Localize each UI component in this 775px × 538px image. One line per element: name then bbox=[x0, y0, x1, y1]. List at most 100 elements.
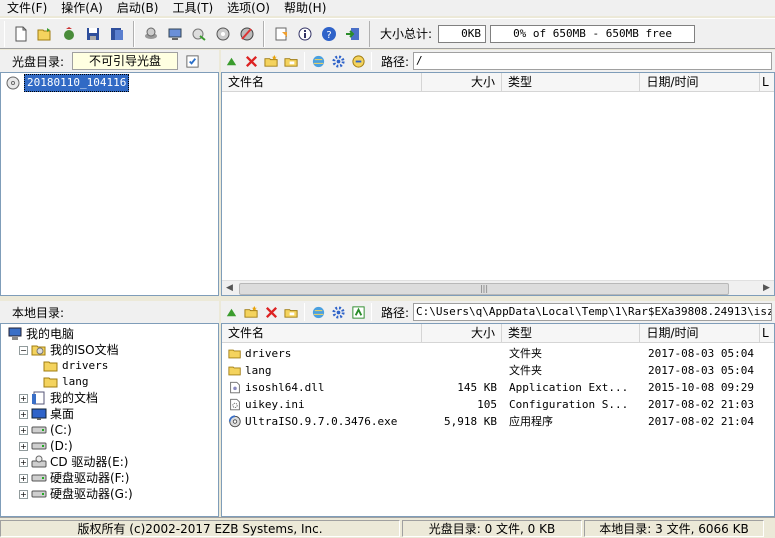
file-type: 文件夹 bbox=[509, 347, 542, 360]
col-size-header[interactable]: 大小 bbox=[422, 324, 502, 343]
tree-node[interactable]: + 我的文档 bbox=[1, 390, 218, 406]
scroll-right-arrow[interactable]: ▶ bbox=[759, 281, 774, 296]
status-local-summary: 本地目录: 3 文件, 6066 KB bbox=[584, 519, 764, 537]
tree-node[interactable]: − 我的ISO文档 bbox=[1, 342, 218, 358]
delete-x-icon bbox=[265, 306, 277, 318]
menu-item-0[interactable]: 文件(F) bbox=[0, 0, 54, 16]
tree-node[interactable]: lang bbox=[1, 374, 218, 390]
tree-node-label: 我的文档 bbox=[50, 391, 99, 405]
iso-up-button[interactable] bbox=[221, 51, 241, 71]
local-path-label: 路径: bbox=[381, 305, 410, 320]
dll-file-icon bbox=[230, 381, 240, 394]
reopen-button[interactable] bbox=[58, 23, 80, 45]
help-button[interactable]: ? bbox=[318, 23, 340, 45]
col-extra-header[interactable]: L bbox=[760, 73, 774, 92]
drive-icon bbox=[31, 423, 47, 437]
file-name-cell: uikey.ini bbox=[222, 396, 423, 413]
tree-expander[interactable]: + bbox=[19, 473, 28, 483]
extract-button[interactable] bbox=[188, 23, 210, 45]
tree-node[interactable]: + 桌面 bbox=[1, 406, 218, 422]
local-directory-bar: 本地目录: bbox=[0, 301, 219, 323]
tree-expander[interactable]: + bbox=[19, 441, 28, 451]
save-as-button[interactable] bbox=[106, 23, 128, 45]
tree-node[interactable]: + 硬盘驱动器(F:) bbox=[1, 470, 218, 486]
burn-cd-icon bbox=[240, 27, 254, 40]
local-sync-button[interactable] bbox=[348, 302, 368, 322]
tree-node[interactable]: 我的电脑 bbox=[1, 326, 218, 342]
burn-disk-button[interactable] bbox=[140, 23, 162, 45]
file-row[interactable]: lang 文件夹 2017-08-03 05:04 bbox=[222, 362, 774, 379]
local-directory-label: 本地目录: bbox=[12, 305, 65, 320]
col-name-header[interactable]: 文件名 bbox=[222, 73, 423, 92]
col-type-header[interactable]: 类型 bbox=[502, 324, 641, 343]
tree-expander[interactable]: + bbox=[19, 409, 28, 419]
iso-path-field[interactable]: / bbox=[413, 52, 772, 70]
menu-item-1[interactable]: 操作(A) bbox=[54, 0, 110, 16]
tree-node[interactable]: + CD 驱动器(E:) bbox=[1, 454, 218, 470]
tree-expander[interactable]: + bbox=[19, 489, 28, 499]
iso-new-folder-button[interactable] bbox=[261, 51, 281, 71]
menu-item-4[interactable]: 选项(O) bbox=[220, 0, 277, 16]
file-row[interactable]: isoshl64.dll 145 KB Application Ext... 2015… bbox=[222, 379, 774, 396]
menu-item-5[interactable]: 帮助(H) bbox=[277, 0, 333, 16]
exit-button[interactable] bbox=[342, 23, 364, 45]
tree-node[interactable]: + (C:) bbox=[1, 422, 218, 438]
open-folder-icon bbox=[37, 27, 51, 40]
mount-button[interactable] bbox=[164, 23, 186, 45]
col-size-header[interactable]: 大小 bbox=[422, 73, 502, 92]
scroll-left-arrow[interactable]: ◀ bbox=[222, 281, 237, 296]
col-type-header[interactable]: 类型 bbox=[502, 73, 641, 92]
view-toggle-icon bbox=[351, 54, 365, 68]
new-file-button[interactable] bbox=[10, 23, 32, 45]
col-date-header[interactable]: 日期/时间 bbox=[640, 324, 761, 343]
iso-delete-button[interactable] bbox=[241, 51, 261, 71]
svg-text:?: ? bbox=[326, 30, 331, 41]
local-refresh-button[interactable] bbox=[308, 302, 328, 322]
save-icon bbox=[87, 27, 99, 40]
size-total-value: 0KB bbox=[438, 24, 487, 43]
tree-expander[interactable]: + bbox=[19, 457, 28, 467]
iso-tree-pane: 20180110_104116 bbox=[0, 72, 219, 296]
menu-item-3[interactable]: 工具(T) bbox=[165, 0, 220, 16]
iso-root-node[interactable]: 20180110_104116 bbox=[1, 74, 218, 92]
tree-expander[interactable]: + bbox=[19, 393, 28, 403]
col-date-header[interactable]: 日期/时间 bbox=[640, 73, 761, 92]
local-path-field[interactable]: C:\Users\q\AppData\Local\Temp\1\Rar$EXa3… bbox=[413, 303, 772, 321]
local-new-folder-button[interactable] bbox=[241, 302, 261, 322]
file-row[interactable]: UltraISO.9.7.0.3476.exe 5,918 KB 应用程序 2017-… bbox=[222, 413, 774, 430]
tree-node-label: 桌面 bbox=[50, 407, 75, 421]
tree-node[interactable]: + (D:) bbox=[1, 438, 218, 454]
file-row[interactable]: uikey.ini 105 Configuration S... 2017-08-02… bbox=[222, 396, 774, 413]
iso-view-button[interactable] bbox=[348, 51, 368, 71]
boot-properties-button[interactable] bbox=[182, 51, 202, 71]
tree-node[interactable]: + 硬盘驱动器(G:) bbox=[1, 486, 218, 502]
file-name-cell: UltraISO.9.7.0.3476.exe bbox=[222, 413, 423, 430]
local-delete-button[interactable] bbox=[261, 302, 281, 322]
info-button[interactable] bbox=[294, 23, 316, 45]
file-row[interactable]: drivers 文件夹 2017-08-03 05:04 bbox=[222, 345, 774, 362]
local-up-button[interactable] bbox=[221, 302, 241, 322]
open-button[interactable] bbox=[34, 23, 56, 45]
iso-refresh-button[interactable] bbox=[308, 51, 328, 71]
file-size bbox=[423, 345, 503, 362]
iso-rename-button[interactable] bbox=[281, 51, 301, 71]
local-settings-button[interactable] bbox=[328, 302, 348, 322]
col-name-header[interactable]: 文件名 bbox=[222, 324, 423, 343]
tree-node[interactable]: drivers bbox=[1, 358, 218, 374]
size-total-label: 大小总计: bbox=[380, 27, 433, 41]
iso-settings-button[interactable] bbox=[328, 51, 348, 71]
col-extra-header[interactable]: L bbox=[760, 324, 774, 343]
virtual-drive-button[interactable] bbox=[212, 23, 234, 45]
save-button[interactable] bbox=[82, 23, 104, 45]
properties-button[interactable] bbox=[270, 23, 292, 45]
iso-horizontal-scrollbar[interactable]: ◀ ||| ▶ bbox=[222, 280, 774, 295]
scroll-track[interactable]: ||| bbox=[237, 282, 759, 295]
tree-expander[interactable]: + bbox=[19, 425, 28, 435]
menu-item-2[interactable]: 启动(B) bbox=[110, 0, 166, 16]
scroll-thumb[interactable]: ||| bbox=[239, 282, 729, 295]
local-rename-button[interactable] bbox=[281, 302, 301, 322]
burn-cd-button[interactable] bbox=[236, 23, 258, 45]
boot-type-field[interactable]: 不可引导光盘 bbox=[72, 52, 179, 70]
tree-expander[interactable]: − bbox=[19, 345, 28, 355]
status-iso-summary: 光盘目录: 0 文件, 0 KB bbox=[402, 519, 582, 537]
